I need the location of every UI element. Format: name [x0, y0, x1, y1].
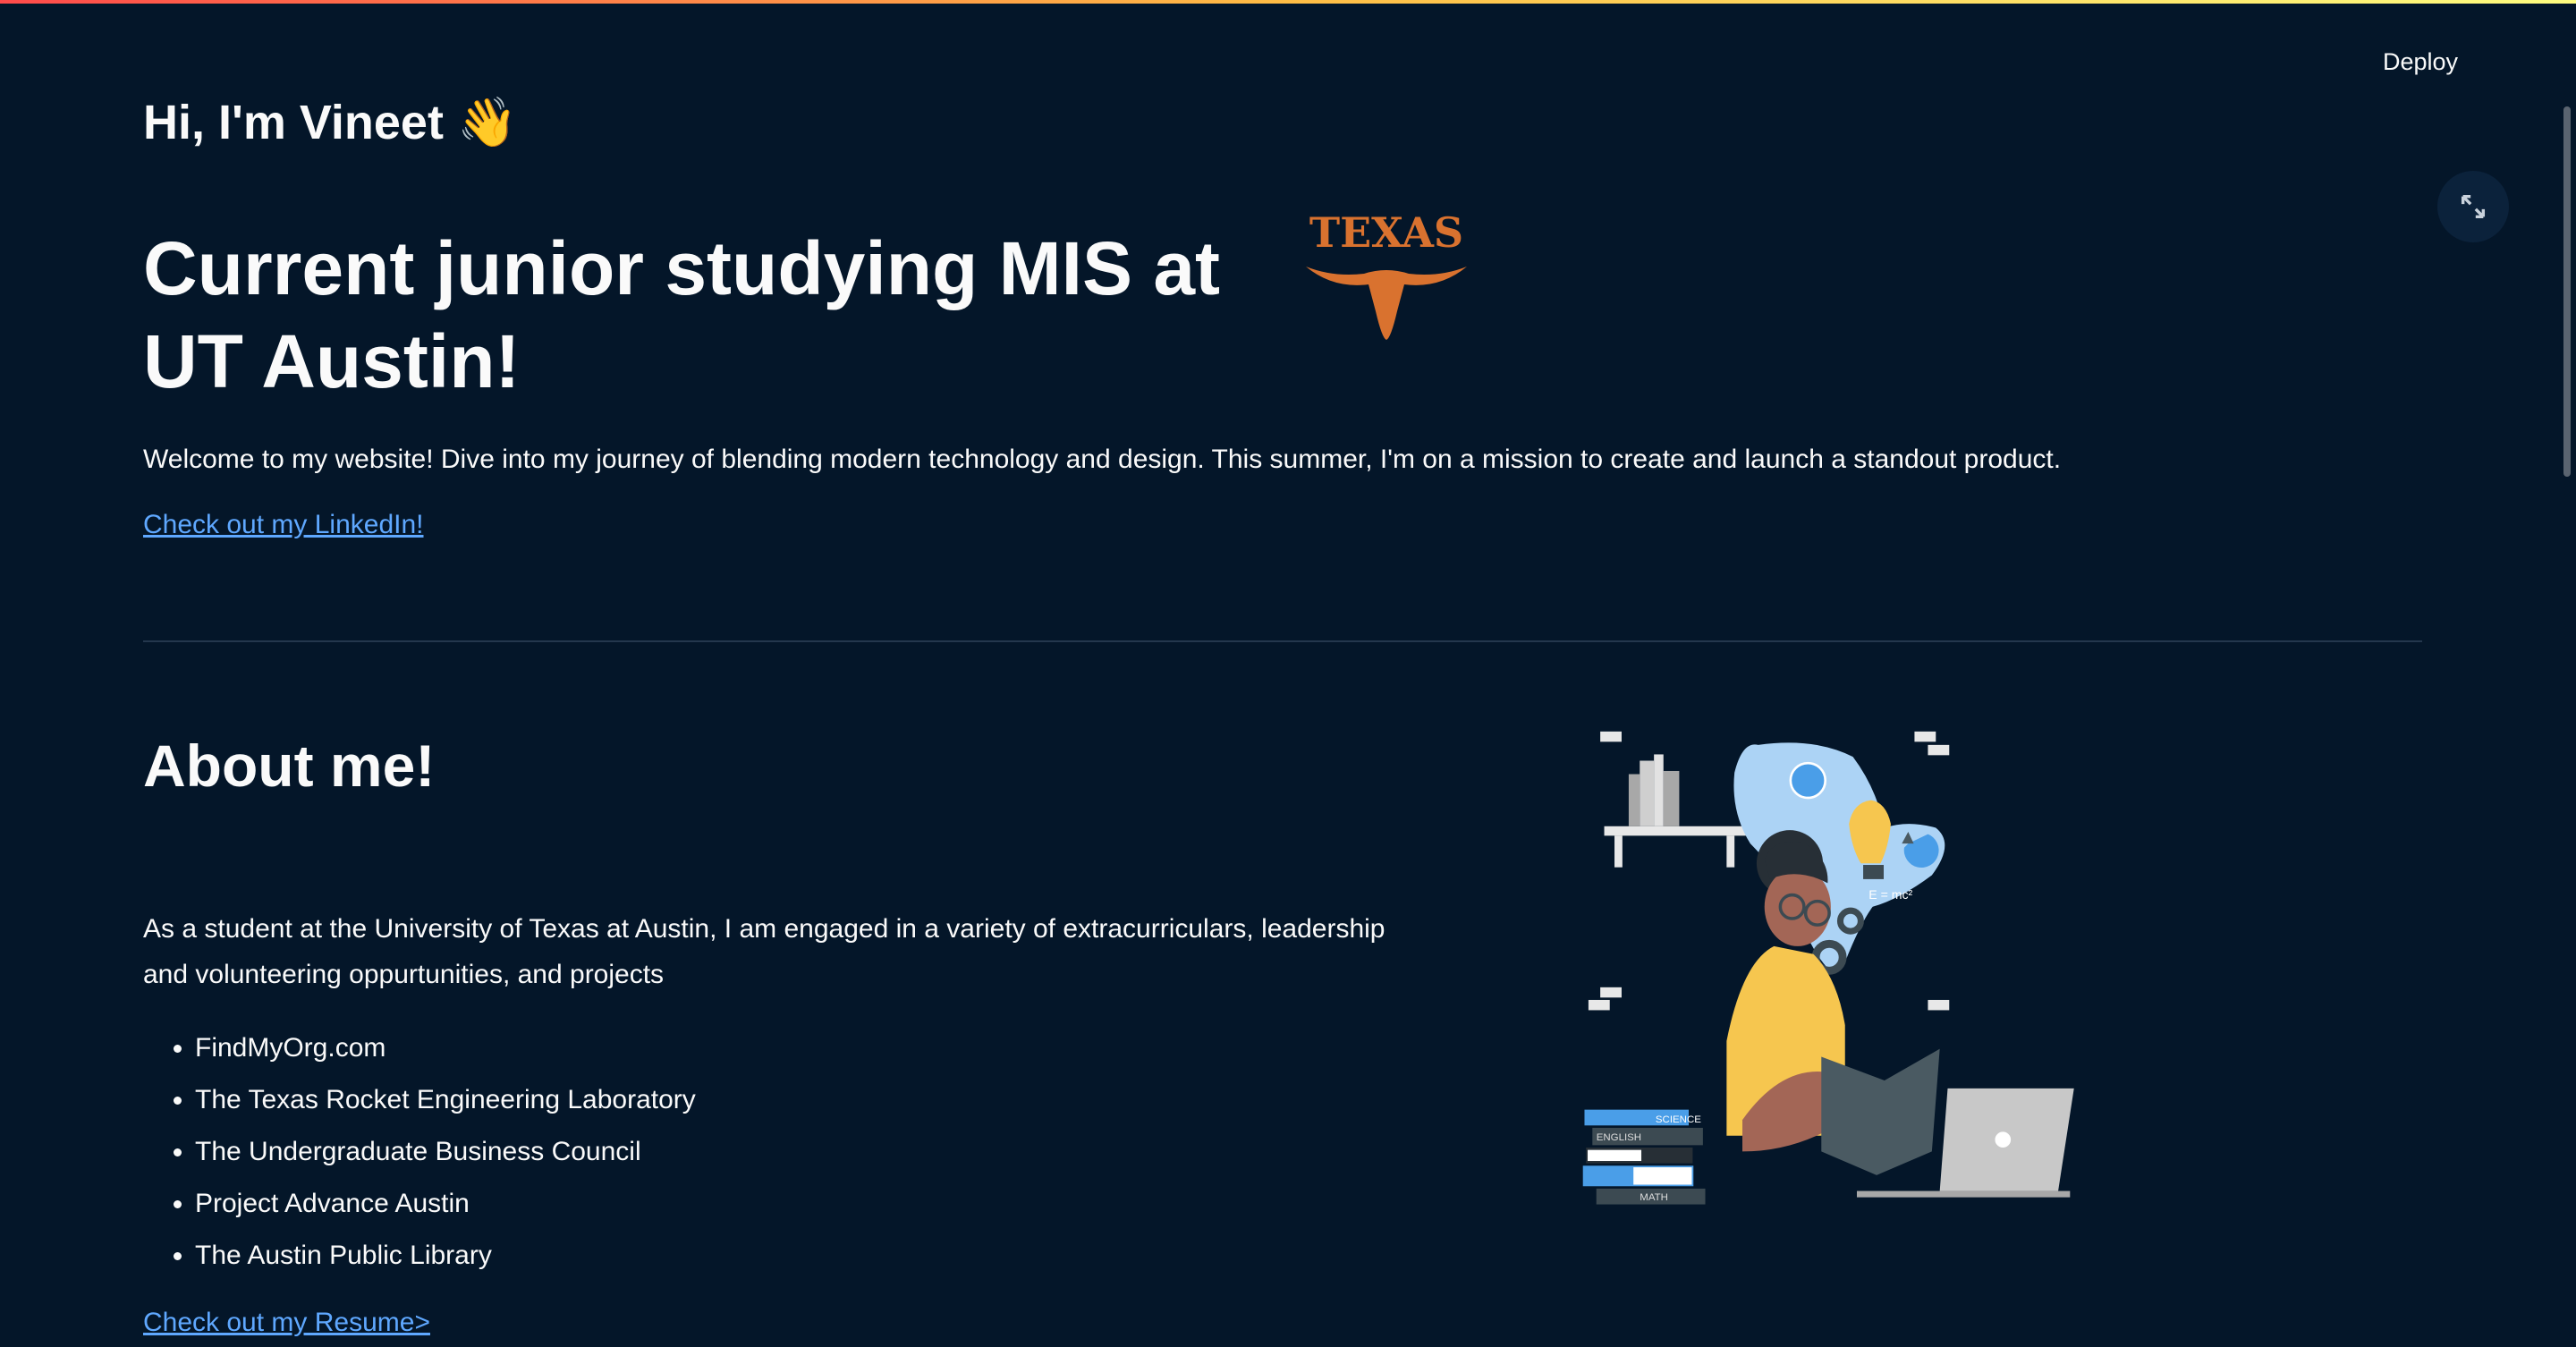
- welcome-text: Welcome to my website! Dive into my jour…: [143, 445, 2062, 474]
- deploy-button[interactable]: Deploy: [2361, 45, 2479, 80]
- activities-list: FindMyOrg.com The Texas Rocket Engineeri…: [143, 1025, 696, 1284]
- texas-longhorn-logo: TEXAS: [1306, 208, 1467, 340]
- headline: Current junior studying MIS at UT Austin…: [143, 226, 1221, 403]
- list-item: FindMyOrg.com: [195, 1025, 696, 1077]
- resume-link[interactable]: Check out my Resume>: [143, 1308, 430, 1337]
- scrollbar[interactable]: [2563, 106, 2571, 477]
- divider: [143, 640, 2422, 642]
- greeting-heading: Hi, I'm Vineet 👋: [143, 96, 518, 149]
- list-item: The Austin Public Library: [195, 1233, 696, 1284]
- book-label-math: MATH: [1640, 1192, 1668, 1203]
- book-label-english: ENGLISH: [1597, 1132, 1641, 1143]
- top-decoration-bar: [0, 0, 2576, 4]
- fullscreen-button[interactable]: [2437, 171, 2509, 242]
- formula-label: E = mc²: [1868, 887, 1912, 902]
- list-item: The Undergraduate Business Council: [195, 1129, 696, 1181]
- about-description: As a student at the University of Texas …: [143, 914, 1385, 989]
- svg-text:TEXAS: TEXAS: [1309, 208, 1463, 257]
- linkedin-link[interactable]: Check out my LinkedIn!: [143, 510, 424, 539]
- expand-icon: [2461, 194, 2486, 219]
- list-item: The Texas Rocket Engineering Laboratory: [195, 1077, 696, 1129]
- book-label-science: SCIENCE: [1656, 1114, 1701, 1125]
- about-heading: About me!: [143, 733, 436, 799]
- student-reading-illustration: E = mc² SCIENCE ENGLISH MATH: [1582, 731, 2074, 1205]
- list-item: Project Advance Austin: [195, 1181, 696, 1233]
